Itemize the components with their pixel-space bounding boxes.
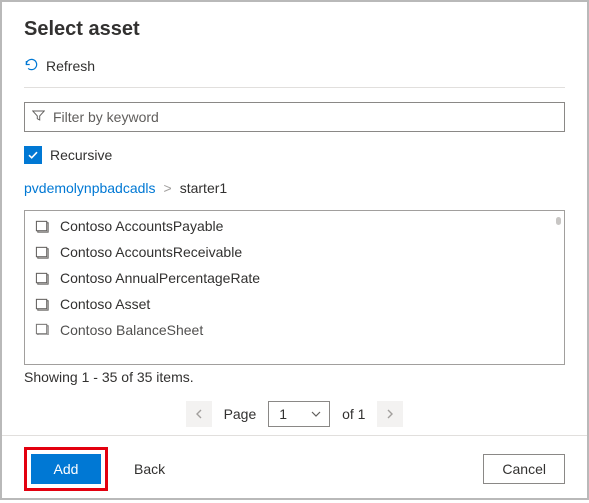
list-item[interactable]: Contoso BalanceSheet (25, 317, 564, 335)
cancel-button[interactable]: Cancel (483, 454, 565, 484)
breadcrumb: pvdemolynpbadcadls > starter1 (24, 180, 565, 196)
refresh-button[interactable]: Refresh (24, 55, 565, 87)
list-item[interactable]: Contoso AnnualPercentageRate (25, 265, 564, 291)
page-select[interactable]: 1 (268, 401, 330, 427)
select-asset-dialog: Select asset Refresh (0, 0, 589, 500)
page-next-button[interactable] (377, 401, 403, 427)
dataset-icon (35, 219, 50, 234)
filter-icon (32, 109, 45, 125)
dialog-content: Select asset Refresh (2, 2, 587, 435)
footer-left: Add Back (24, 447, 173, 491)
list-item-label: Contoso AnnualPercentageRate (60, 270, 260, 286)
page-prev-button[interactable] (186, 401, 212, 427)
scrollbar[interactable] (556, 217, 561, 225)
dataset-icon (35, 245, 50, 260)
check-icon (27, 149, 39, 161)
page-label: Page (224, 406, 257, 422)
dialog-title: Select asset (24, 18, 565, 41)
refresh-icon (24, 57, 39, 75)
recursive-checkbox[interactable] (24, 146, 42, 164)
dataset-icon (35, 322, 50, 335)
page-current: 1 (279, 406, 287, 422)
list-item-label: Contoso Asset (60, 296, 150, 312)
back-button[interactable]: Back (126, 454, 173, 484)
recursive-label: Recursive (50, 147, 112, 163)
list-item-label: Contoso AccountsReceivable (60, 244, 242, 260)
breadcrumb-root-link[interactable]: pvdemolynpbadcadls (24, 180, 156, 196)
filter-input[interactable] (24, 102, 565, 132)
pager: Page 1 of 1 (24, 401, 565, 427)
asset-list[interactable]: Contoso AccountsPayable Contoso Accounts… (24, 210, 565, 365)
divider (24, 87, 565, 88)
list-item[interactable]: Contoso AccountsPayable (25, 213, 564, 239)
recursive-row: Recursive (24, 146, 565, 164)
dataset-icon (35, 271, 50, 286)
status-text: Showing 1 - 35 of 35 items. (24, 369, 565, 385)
dialog-footer: Add Back Cancel (2, 435, 587, 503)
dataset-icon (35, 297, 50, 312)
add-button[interactable]: Add (31, 454, 101, 484)
breadcrumb-current: starter1 (180, 180, 227, 196)
list-item-label: Contoso BalanceSheet (60, 322, 203, 335)
list-item-label: Contoso AccountsPayable (60, 218, 223, 234)
filter-field (24, 102, 565, 132)
chevron-down-icon (311, 411, 321, 418)
list-item[interactable]: Contoso Asset (25, 291, 564, 317)
chevron-left-icon (195, 409, 203, 419)
page-of-text: of 1 (342, 406, 365, 422)
chevron-right-icon (386, 409, 394, 419)
chevron-right-icon: > (164, 180, 172, 196)
add-button-highlight: Add (24, 447, 108, 491)
list-item[interactable]: Contoso AccountsReceivable (25, 239, 564, 265)
refresh-label: Refresh (46, 58, 95, 74)
